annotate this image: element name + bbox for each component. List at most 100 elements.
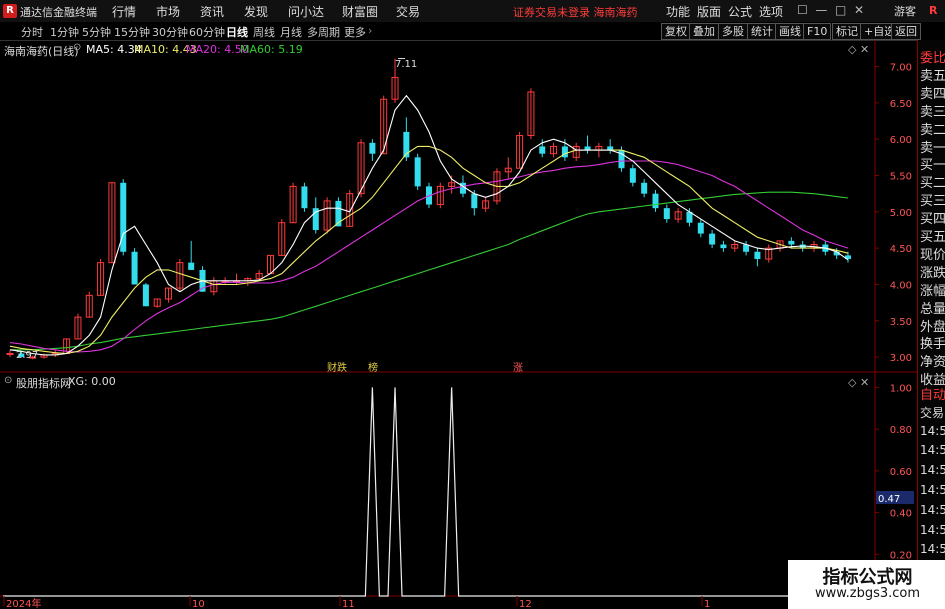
more-chevron-icon[interactable]: › xyxy=(368,24,372,37)
stock-name-label: 海南海药(日线) xyxy=(4,45,79,58)
event-marker-1[interactable]: 财跌 xyxy=(327,359,347,374)
candle-body[interactable] xyxy=(131,251,138,285)
quote-field-label: 卖一 xyxy=(920,140,945,156)
menu-item-options[interactable]: 选项 xyxy=(759,3,783,20)
low-price-marker: 2.97 xyxy=(16,350,39,361)
menu-item-wenxiaoda[interactable]: 问小达 xyxy=(288,3,324,20)
quote-field-label: 买四 xyxy=(920,212,945,228)
candle-body[interactable] xyxy=(188,262,195,270)
ma5-line xyxy=(9,94,849,356)
quote-field-label: 涨幅 xyxy=(920,283,945,299)
candle-body[interactable] xyxy=(301,186,308,209)
menu-item-discover[interactable]: 发现 xyxy=(244,3,268,20)
y-tick-label: 7.00 xyxy=(890,63,912,74)
candle-body[interactable] xyxy=(720,244,727,249)
candle-body[interactable] xyxy=(584,146,591,151)
tab-1min[interactable]: 1分钟 xyxy=(50,24,79,40)
tick-time: 14:56 xyxy=(920,483,945,497)
tab-5min[interactable]: 5分钟 xyxy=(82,24,111,40)
y-tick-label: 5.00 xyxy=(890,208,912,219)
quote-field-label: 买一 xyxy=(920,158,945,174)
watermark-url: www.zbgs3.com xyxy=(814,586,921,601)
quote-field-label: 涨跌 xyxy=(920,265,945,281)
candle-body[interactable] xyxy=(641,182,648,194)
quote-field-label: 买五 xyxy=(920,230,945,245)
tab-multi-period[interactable]: 多周期 xyxy=(307,24,340,40)
x-tick-label: 12 xyxy=(519,599,532,609)
candle-body[interactable] xyxy=(709,233,716,245)
chart-settings-icon[interactable]: ◇ ✕ xyxy=(848,43,869,56)
candle-body[interactable] xyxy=(754,251,761,260)
xg-indicator-line xyxy=(3,387,875,597)
app-title: 通达信金融终端 xyxy=(20,6,97,19)
sub-indicator-name: 股朋指标网 xyxy=(16,377,71,390)
tab-60min[interactable]: 60分钟 xyxy=(189,24,225,40)
back-button[interactable]: 返回 xyxy=(891,23,921,40)
candle-body[interactable] xyxy=(414,157,421,187)
menu-item-trade[interactable]: 交易 xyxy=(396,3,420,20)
quote-field-label: 现价 xyxy=(920,247,945,263)
tab-monthly[interactable]: 月线 xyxy=(280,24,302,40)
sub-y-tick-label: 0.40 xyxy=(890,509,912,520)
candle-body[interactable] xyxy=(652,193,659,209)
window-buttons[interactable]: ☐ — □ ✕ xyxy=(797,3,864,17)
candle-body[interactable] xyxy=(629,168,636,183)
tab-weekly[interactable]: 周线 xyxy=(253,24,275,40)
y-tick-label: 6.50 xyxy=(890,99,912,110)
draw-line-button[interactable]: 画线 xyxy=(775,23,805,40)
sub-settings-icon[interactable]: ◇ ✕ xyxy=(848,376,869,389)
candle-body[interactable] xyxy=(142,284,149,307)
tab-30min[interactable]: 30分钟 xyxy=(152,24,188,40)
stats-button[interactable]: 统计 xyxy=(747,23,777,40)
quote-field-label: 卖四 xyxy=(920,86,945,102)
y-tick-label: 4.00 xyxy=(890,280,912,291)
candle-body[interactable] xyxy=(369,142,376,154)
multi-stock-button[interactable]: 多股 xyxy=(718,23,748,40)
quote-field-label: 委比 xyxy=(920,51,945,66)
candle-body[interactable] xyxy=(788,240,795,245)
y-tick-label: 5.50 xyxy=(890,171,912,182)
tab-15min[interactable]: 15分钟 xyxy=(114,24,150,40)
sub-legend-toggle-icon[interactable]: ⊙ xyxy=(4,375,12,386)
event-marker-2[interactable]: 榜 xyxy=(368,359,378,374)
quote-field-label: 总量 xyxy=(920,301,945,317)
candle-body[interactable] xyxy=(471,193,478,209)
menu-item-fortune[interactable]: 财富圈 xyxy=(342,3,378,20)
menu-item-function[interactable]: 功能 xyxy=(666,3,690,20)
auto-trade-label: 自动 xyxy=(920,388,945,403)
login-status: 证券交易未登录 海南海药 xyxy=(513,6,638,19)
tick-time: 14:56 xyxy=(920,542,945,557)
tick-time: 14:56 xyxy=(920,423,945,438)
tick-time: 14:56 xyxy=(920,522,945,537)
guest-label[interactable]: 游客 xyxy=(894,3,916,19)
y-tick-label: 3.50 xyxy=(890,317,912,328)
high-price-marker: 7.11 xyxy=(395,59,418,70)
candle-body[interactable] xyxy=(663,208,670,220)
menu-item-quotes[interactable]: 行情 xyxy=(112,3,136,20)
x-tick-label: 1 xyxy=(704,599,710,609)
candle-body[interactable] xyxy=(539,146,546,154)
candle-body[interactable] xyxy=(607,146,614,151)
overlay-button[interactable]: 叠加 xyxy=(689,23,719,40)
tab-more[interactable]: 更多 xyxy=(344,24,366,40)
quote-field-label: 外盘 xyxy=(920,319,945,335)
mark-button[interactable]: 标记 xyxy=(832,23,862,40)
menu-item-market[interactable]: 市场 xyxy=(156,3,180,20)
menu-item-layout[interactable]: 版面 xyxy=(697,3,721,20)
current-value-label: 0.47 xyxy=(878,494,900,505)
tick-time: 14:56 xyxy=(920,463,945,478)
menu-item-news[interactable]: 资讯 xyxy=(200,3,224,20)
tab-daily[interactable]: 日线 xyxy=(226,24,248,40)
ma60-legend: MA60: 5.19 xyxy=(240,43,303,56)
candle-body[interactable] xyxy=(6,352,14,355)
sub-y-tick-label: 0.60 xyxy=(890,467,912,478)
candle-body[interactable] xyxy=(697,222,704,234)
legend-toggle-icon[interactable]: ⊙ xyxy=(73,42,81,53)
f10-button[interactable]: F10 xyxy=(803,23,832,40)
kline-chart[interactable]: 7.00 6.50 6.00 5.50 5.00 4.50 4.00 3.50 3.00 1.00… xyxy=(0,40,917,609)
quote-field-label: 换手 xyxy=(920,337,945,353)
event-marker-3[interactable]: 涨 xyxy=(513,359,523,374)
tab-fenshi[interactable]: 分时 xyxy=(21,24,43,40)
menu-item-formula[interactable]: 公式 xyxy=(728,3,752,20)
fuquan-button[interactable]: 复权 xyxy=(661,23,691,40)
